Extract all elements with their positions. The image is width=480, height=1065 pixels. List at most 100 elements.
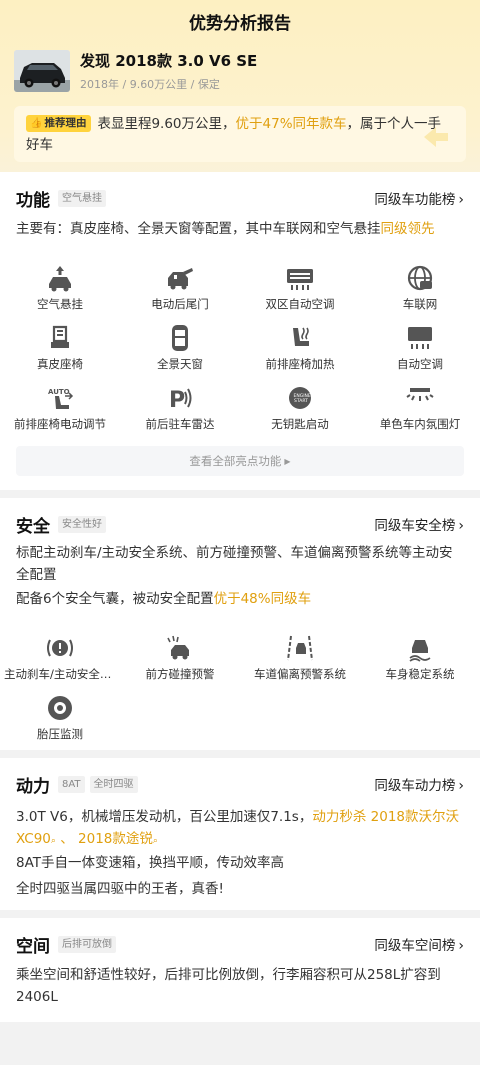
reason-highlight: 优于47%同年款车 — [235, 116, 347, 132]
power-title: 动力 — [16, 776, 50, 797]
tire-pressure-icon — [48, 696, 72, 720]
feature-label: 车身稳定系统 — [385, 667, 455, 681]
leather-seat-icon — [51, 325, 69, 348]
feature-panoramic-sunroof[interactable]: 全景天窗 — [120, 324, 240, 372]
power-tailgate-icon — [168, 268, 193, 290]
feature-leather-seat[interactable]: 真皮座椅 — [0, 324, 120, 372]
parking-radar-icon: P — [169, 388, 192, 412]
auto-ac-icon — [408, 327, 432, 349]
car-meta: 2018年 / 9.60万公里 / 保定 — [80, 78, 220, 91]
feature-dual-zone-ac[interactable]: 双区自动空调 — [240, 264, 360, 312]
feature-label: 单色车内氛围灯 — [379, 417, 461, 431]
feature-label: 主动刹车/主动安全系统 — [4, 667, 120, 681]
feature-active-brake[interactable]: 主动刹车/主动安全系统 — [0, 634, 120, 682]
car-name: 发现 2018款 3.0 V6 SE — [80, 52, 258, 70]
recommend-tag: 👍 推荐理由 — [26, 115, 92, 132]
power-badge-transmission: 8AT — [58, 775, 85, 793]
feature-lane-departure[interactable]: 车道偏离预警系统 — [240, 634, 360, 682]
feature-air-suspension[interactable]: 空气悬挂 — [0, 264, 120, 312]
lane-departure-icon — [287, 635, 313, 661]
triangle-right-icon: ▶ — [284, 456, 291, 466]
rival-1-model: XC90 — [16, 831, 51, 847]
dual-zone-ac-icon — [287, 269, 313, 290]
feature-stability-control[interactable]: 车身稳定系统 — [360, 634, 480, 682]
feature-label: 胎压监测 — [37, 727, 83, 741]
feature-tire-pressure[interactable]: 胎压监测 — [0, 694, 120, 742]
feature-keyless-start[interactable]: ENGINE START 无钥匙启动 — [240, 384, 360, 432]
feature-label: 空气悬挂 — [37, 297, 83, 311]
safety-title: 安全 — [16, 516, 50, 537]
function-badge: 空气悬挂 — [58, 189, 106, 207]
rival-2-link[interactable]: 2018款途锐⌕ — [78, 831, 158, 847]
safety-badge: 安全性好 — [58, 515, 106, 533]
safety-rank-link[interactable]: 同级车安全榜 › — [374, 514, 464, 534]
feature-ambient-light[interactable]: 单色车内氛围灯 — [360, 384, 480, 432]
feature-power-seat[interactable]: AUTO 前排座椅电动调节 — [0, 384, 120, 432]
feature-collision-warning[interactable]: 前方碰撞预警 — [120, 634, 240, 682]
space-rank-link[interactable]: 同级车空间榜 › — [374, 934, 464, 954]
panoramic-sunroof-icon — [172, 325, 188, 351]
power-line-1: 3.0T V6，机械增压发动机，百公里加速仅7.1s，动力秒杀 2018款沃尔沃… — [16, 806, 464, 852]
space-badge: 后排可放倒 — [58, 935, 116, 953]
feature-label: 前排座椅电动调节 — [14, 417, 106, 431]
function-rank-label: 同级车功能榜 — [374, 192, 456, 208]
connected-car-icon — [407, 265, 433, 291]
svg-text:AUTO: AUTO — [48, 388, 70, 396]
chevron-right-icon: › — [458, 938, 464, 954]
svg-text:P: P — [169, 388, 185, 412]
seat-heating-icon — [293, 327, 309, 346]
power-highlight: 动力秒杀 — [312, 809, 367, 825]
feature-label: 双区自动空调 — [265, 297, 335, 311]
feature-connected-car[interactable]: 车联网 — [360, 264, 480, 312]
feature-parking-radar[interactable]: P 前后驻车雷达 — [120, 384, 240, 432]
feature-power-tailgate[interactable]: 电动后尾门 — [120, 264, 240, 312]
power-seat-icon: AUTO — [48, 388, 74, 409]
safety-card: 安全 安全性好 同级车安全榜 › 标配主动刹车/主动安全系统、前方碰撞预警、车道偏… — [0, 498, 480, 750]
car-summary[interactable]: 发现 2018款 3.0 V6 SE 2018年 / 9.60万公里 / 保定 — [14, 50, 257, 92]
chevron-right-icon: › — [458, 778, 464, 794]
power-card: 动力 8AT 全时四驱 同级车动力榜 › 3.0T V6，机械增压发动机，百公里加… — [0, 758, 480, 910]
safety-desc-2-highlight: 优于48%同级车 — [213, 591, 312, 607]
air-suspension-icon — [49, 266, 71, 292]
recommend-reason-text: 👍 推荐理由 表显里程9.60万公里，优于47%同年款车，属于个人一手好车 — [26, 114, 454, 156]
search-icon: ⌕ — [152, 836, 158, 846]
feature-label: 电动后尾门 — [151, 297, 209, 311]
feature-label: 无钥匙启动 — [271, 417, 329, 431]
feature-auto-ac[interactable]: 自动空调 — [360, 324, 480, 372]
stability-control-icon — [409, 640, 431, 662]
power-rank-link[interactable]: 同级车动力榜 › — [374, 774, 464, 794]
keyless-start-icon: ENGINE START — [289, 387, 311, 409]
space-desc: 乘坐空间和舒适性较好，后排可比例放倒，行李厢容积可从258L扩容到2406L — [16, 967, 441, 1005]
power-rank-label: 同级车动力榜 — [374, 778, 456, 794]
collision-warning-icon — [167, 635, 189, 660]
space-card: 空间 后排可放倒 同级车空间榜 › 乘坐空间和舒适性较好，后排可比例放倒，行李厢容… — [0, 918, 480, 1022]
recommend-tag-label: 推荐理由 — [44, 117, 87, 129]
power-line-2: 8AT手自一体变速箱，换挡平顺，传动效率高 — [16, 855, 285, 871]
rival-1-year: 2018款沃尔沃 — [370, 809, 459, 825]
car-thumbnail — [14, 50, 70, 92]
active-brake-icon — [47, 639, 73, 657]
safety-rank-label: 同级车安全榜 — [374, 518, 456, 534]
page-header: 优势分析报告 — [0, 0, 480, 42]
feature-seat-heating[interactable]: 前排座椅加热 — [240, 324, 360, 372]
rival-separator: 、 — [60, 831, 74, 847]
space-rank-label: 同级车空间榜 — [374, 938, 456, 954]
view-all-features-button[interactable]: 查看全部亮点功能 ▶ — [16, 446, 464, 476]
power-line-3: 全时四驱当属四驱中的王者，真香! — [16, 881, 224, 897]
search-icon: ⌕ — [50, 836, 56, 846]
function-rank-link[interactable]: 同级车功能榜 › — [374, 188, 464, 208]
view-all-features-label: 查看全部亮点功能 — [189, 454, 282, 468]
function-title: 功能 — [16, 190, 50, 211]
function-desc-text: 主要有：真皮座椅、全景天窗等配置，其中车联网和空气悬挂 — [16, 221, 381, 237]
chevron-right-icon: › — [458, 192, 464, 208]
page-title: 优势分析报告 — [189, 13, 291, 34]
power-badge-drive: 全时四驱 — [89, 775, 138, 793]
svg-text:START: START — [294, 398, 308, 404]
function-desc-highlight: 同级领先 — [380, 221, 435, 237]
safety-desc-2: 配备6个安全气囊，被动安全配置优于48%同级车 — [16, 588, 464, 610]
decorative-arrow-icon — [424, 127, 448, 147]
function-desc: 主要有：真皮座椅、全景天窗等配置，其中车联网和空气悬挂同级领先 — [16, 218, 464, 240]
safety-desc-1: 标配主动刹车/主动安全系统、前方碰撞预警、车道偏离预警系统等主动安全配置 — [16, 545, 453, 583]
feature-label: 全景天窗 — [157, 357, 203, 371]
thumbs-up-icon: 👍 — [30, 118, 43, 129]
